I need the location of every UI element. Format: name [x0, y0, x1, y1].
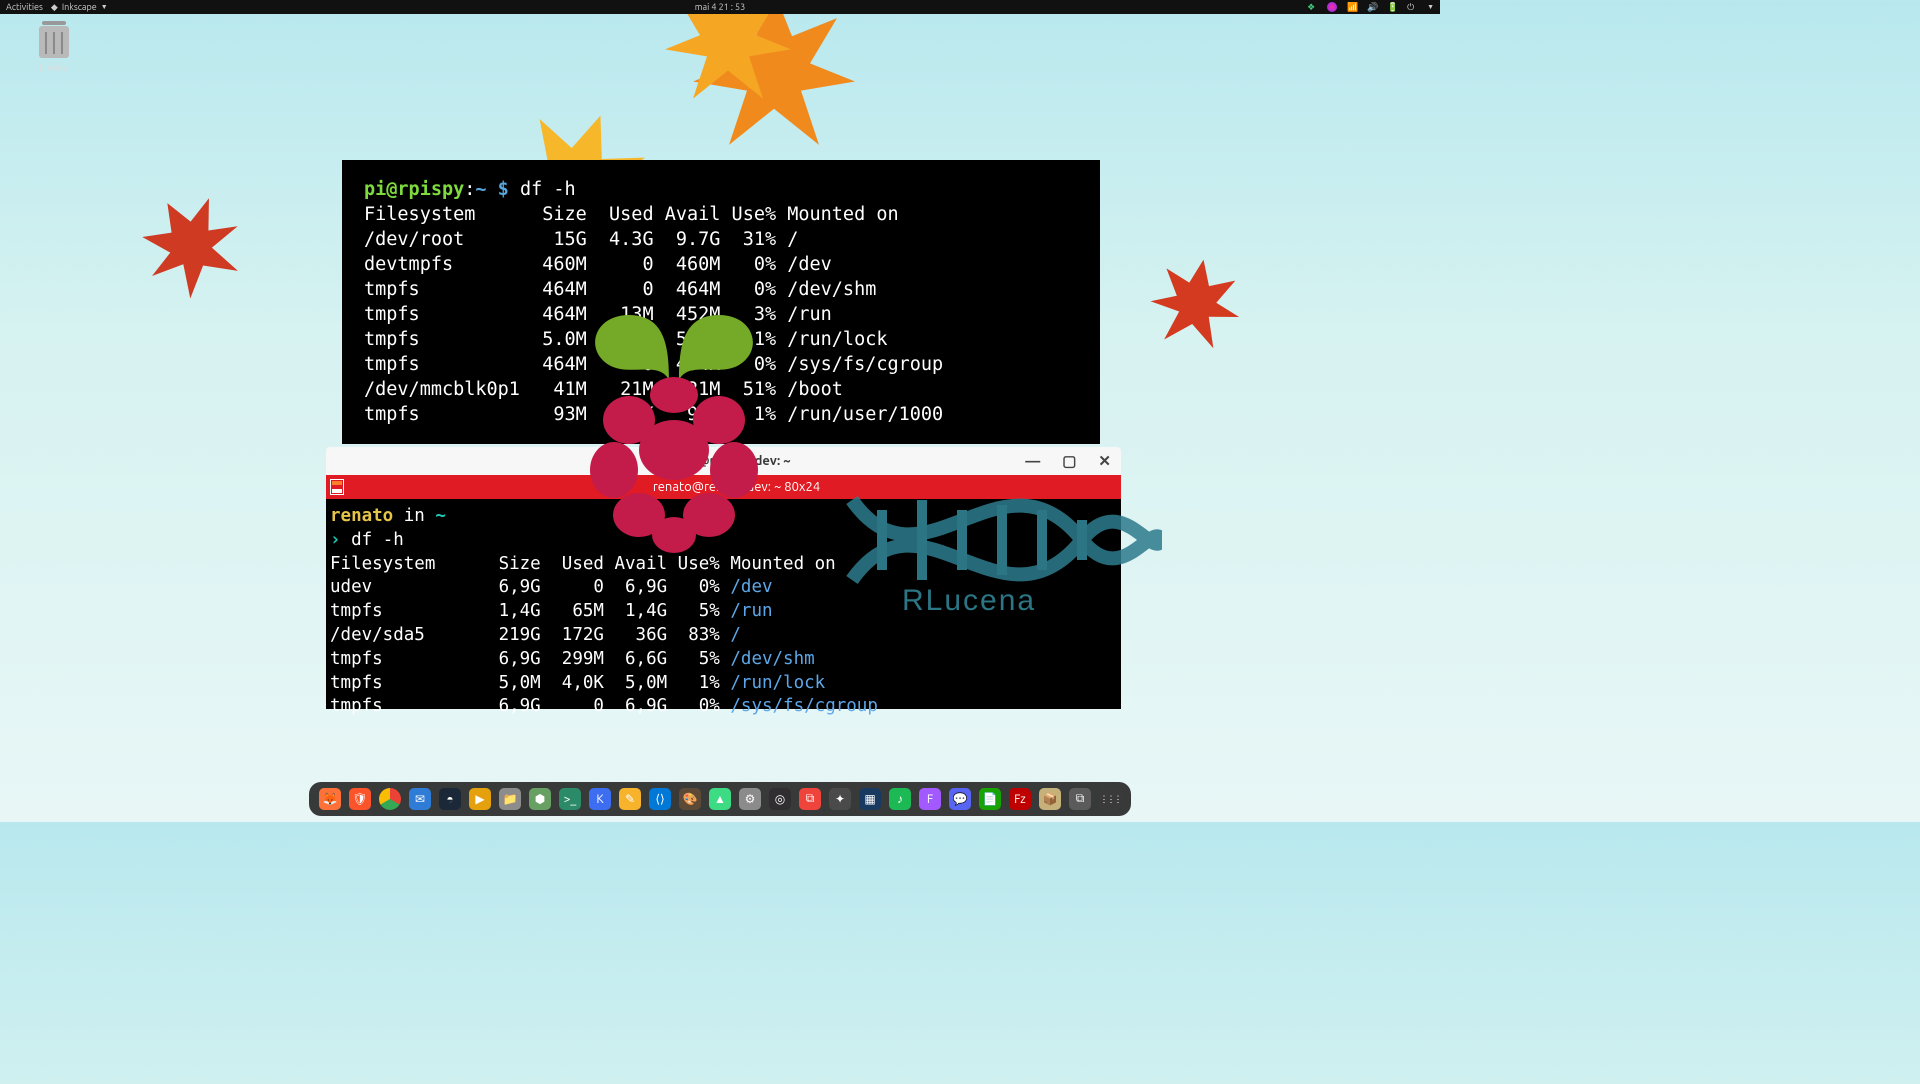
dock-filezilla[interactable]: Fz [1009, 788, 1031, 810]
dock-figma[interactable]: F [919, 788, 941, 810]
dock-files[interactable]: 📁 [499, 788, 521, 810]
trash-icon [39, 26, 69, 58]
terminal-command: df -h [520, 179, 576, 200]
content-stage: pi@rpispy:~ $ df -h Filesystem Size Used… [326, 160, 1138, 709]
df-row: /dev/root 15G 4.3G 9.7G 31% / [364, 229, 798, 250]
terminal-rpispy[interactable]: pi@rpispy:~ $ df -h Filesystem Size Used… [342, 160, 1100, 444]
dock-kdenlive[interactable]: K [589, 788, 611, 810]
terminal-renato-body[interactable]: renato in ~ › df -h Filesystem Size Used… [326, 499, 1121, 709]
dock-screenshot[interactable]: ⧉ [1069, 788, 1091, 810]
dock-chrome[interactable] [379, 788, 401, 810]
system-menu-chevron-icon[interactable]: ▼ [1427, 3, 1434, 11]
dock-vscode[interactable]: ⟨⟩ [649, 788, 671, 810]
df-row: tmpfs 464M 0 464M 0% /dev/shm [364, 279, 876, 300]
dock-android-studio[interactable]: ▲ [709, 788, 731, 810]
df-row: /dev/sda5 219G 172G 36G 83% / [330, 625, 741, 645]
df-row: tmpfs 464M 13M 452M 3% /run [364, 304, 832, 325]
df-header: Filesystem Size Used Avail Use% Mounted … [364, 204, 899, 225]
dock-calculator[interactable]: ✦ [829, 788, 851, 810]
activities-button[interactable]: Activities [6, 2, 43, 12]
df-row: tmpfs 5.0M 4.0K 5.0M 1% /run/lock [364, 329, 887, 350]
df-row: /dev/mmcblk0p1 41M 21M 21M 51% /boot [364, 379, 843, 400]
power-icon[interactable]: ⏻ [1407, 2, 1417, 12]
dock-anydesk[interactable]: ⧉ [799, 788, 821, 810]
dock-firefox[interactable]: 🦊 [319, 788, 341, 810]
df-row: tmpfs 6,9G 299M 6,6G 5% /dev/shm [330, 649, 815, 669]
df-row: devtmpfs 460M 0 460M 0% /dev [364, 254, 832, 275]
dock-plex[interactable]: ▶ [469, 788, 491, 810]
dock-email[interactable]: ✉ [409, 788, 431, 810]
terminal-tabbar: renato@renato-dev: ~ 80x24 [326, 475, 1121, 499]
dock-virtualbox[interactable]: ▦ [859, 788, 881, 810]
inkscape-icon: ◆ [51, 2, 58, 13]
dock-libreoffice[interactable]: 📄 [979, 788, 1001, 810]
clock[interactable]: mai 4 21 : 53 [695, 2, 745, 12]
trash-label: Lixeira [24, 62, 84, 73]
dock-terminal[interactable]: >_ [559, 788, 581, 810]
terminal-tab-indicator-icon[interactable] [330, 479, 344, 495]
dock-obs[interactable]: ◎ [769, 788, 791, 810]
df-header: Filesystem Size Used Avail Use% Mounted … [330, 554, 836, 574]
dock-apps-grid[interactable]: ⋮⋮⋮ [1099, 788, 1121, 810]
tray-extension-icon[interactable]: ❖ [1307, 2, 1317, 12]
terminal-prompt-path: ~ [475, 179, 486, 200]
app-menu-label: Inkscape [62, 2, 97, 12]
window-minimize-button[interactable]: — [1025, 452, 1040, 470]
dock-gimp[interactable]: 🎨 [679, 788, 701, 810]
battery-icon[interactable]: 🔋 [1387, 2, 1397, 12]
dock-discord[interactable]: 💬 [949, 788, 971, 810]
df-row: udev 6,9G 0 6,9G 0% /dev [330, 577, 773, 597]
df-row: tmpfs 1,4G 65M 1,4G 5% /run [330, 601, 773, 621]
dock-brave[interactable]: 🛡 [349, 788, 371, 810]
dock-nodejs[interactable]: ⬢ [529, 788, 551, 810]
dock: 🦊 🛡 ✉ ◓ ▶ 📁 ⬢ >_ K ✎ ⟨⟩ 🎨 ▲ ⚙ ◎ ⧉ ✦ ▦ ♪ F 💬 📄 Fz 📦 ⧉ ⋮⋮⋮ [309, 782, 1131, 816]
window-title: renato@renato-dev: ~ [656, 454, 790, 468]
dock-spotify[interactable]: ♪ [889, 788, 911, 810]
volume-icon[interactable]: 🔊 [1367, 2, 1377, 12]
dock-gnome-tweaks[interactable]: ⚙ [739, 788, 761, 810]
terminal-command: › [330, 530, 341, 550]
window-close-button[interactable]: ✕ [1098, 452, 1111, 470]
network-icon[interactable]: 📶 [1347, 2, 1357, 12]
window-maximize-button[interactable]: ▢ [1062, 452, 1076, 470]
terminal-renato-window[interactable]: renato@renato-dev: ~ — ▢ ✕ renato@renato… [326, 447, 1121, 709]
app-menu[interactable]: ◆ Inkscape ▼ [51, 2, 108, 13]
chevron-down-icon: ▼ [101, 3, 108, 11]
terminal-tab-title[interactable]: renato@renato-dev: ~ 80x24 [352, 480, 1121, 494]
terminal-prompt-user: pi@rpispy [364, 179, 464, 200]
trash-desktop-icon[interactable]: Lixeira [24, 26, 84, 73]
dock-steam[interactable]: ◓ [439, 788, 461, 810]
dock-notes[interactable]: ✎ [619, 788, 641, 810]
df-row: tmpfs 5,0M 4,0K 5,0M 1% /run/lock [330, 673, 825, 693]
df-row: tmpfs 6,9G 0 6,9G 0% /sys/fs/cgroup [330, 696, 878, 716]
tray-app-icon[interactable] [1327, 2, 1337, 12]
top-bar: Activities ◆ Inkscape ▼ mai 4 21 : 53 ❖ … [0, 0, 1440, 14]
dock-archive[interactable]: 📦 [1039, 788, 1061, 810]
df-row: tmpfs 464M 0 464M 0% /sys/fs/cgroup [364, 354, 943, 375]
terminal-titlebar[interactable]: renato@renato-dev: ~ — ▢ ✕ [326, 447, 1121, 475]
df-row: tmpfs 93M 4.0K 93M 1% /run/user/1000 [364, 404, 943, 425]
